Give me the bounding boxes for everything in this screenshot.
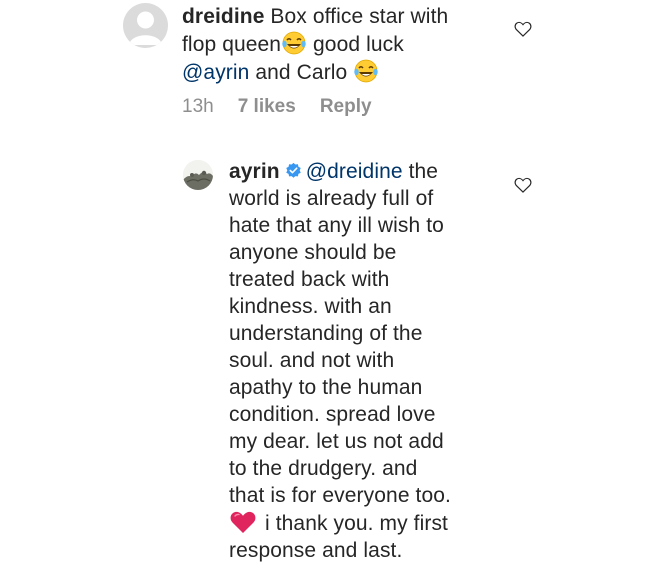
- default-user-avatar-icon: [129, 11, 162, 45]
- reply-text-line: world is already full of: [229, 187, 434, 210]
- reply-text-line: hate that any ill wish to: [229, 214, 444, 237]
- reply-text-line: that is for everyone too.: [229, 484, 451, 507]
- reply-comment-ayrin: ayrin @dreidine the world is already ful…: [0, 150, 660, 568]
- reply-text-part: the: [408, 160, 439, 183]
- comment-meta: 13h 7 likes Reply: [182, 96, 372, 118]
- comment-likes-count[interactable]: 7 likes: [238, 96, 296, 118]
- reply-text-line: apathy to the human: [229, 376, 423, 399]
- avatar-photo-icon: [183, 160, 213, 190]
- reply-text-line: anyone should be: [229, 241, 397, 264]
- comment-username[interactable]: dreidine: [182, 5, 264, 28]
- reply-username[interactable]: ayrin: [229, 160, 280, 183]
- comment-text: dreidine Box office star with flop queen…: [182, 3, 448, 86]
- tears-of-joy-emoji-icon: [282, 31, 306, 55]
- reply-text-line: soul. and not with: [229, 349, 395, 372]
- mention-link-dreidine[interactable]: @dreidine: [306, 160, 403, 183]
- avatar-ayrin[interactable]: [183, 160, 213, 190]
- comment-timestamp: 13h: [182, 96, 214, 117]
- verified-badge-icon: [285, 162, 301, 178]
- red-heart-emoji-icon: [230, 511, 256, 533]
- heart-outline-icon[interactable]: [513, 19, 533, 39]
- reply-text-line: response and last.: [229, 539, 403, 562]
- reply-text-part: i thank you. my first: [265, 512, 448, 535]
- reply-text-line: to the drudgery. and: [229, 457, 418, 480]
- tears-of-joy-emoji-icon: [354, 59, 378, 83]
- comment-dreidine: dreidine Box office star with flop queen…: [0, 0, 660, 130]
- reply-text-line: my dear. let us not add: [229, 430, 444, 453]
- reply-text-line: understanding of the: [229, 322, 423, 345]
- reply-button[interactable]: Reply: [320, 96, 372, 118]
- comment-text-part: Box office star with: [270, 5, 449, 28]
- comment-text-part: and Carlo: [255, 61, 348, 84]
- avatar-dreidine[interactable]: [123, 3, 168, 48]
- reply-text-line: treated back with: [229, 268, 390, 291]
- mention-link-ayrin[interactable]: @ayrin: [182, 61, 249, 84]
- reply-text-line: condition. spread love: [229, 403, 436, 426]
- heart-outline-icon[interactable]: [513, 175, 533, 195]
- reply-text: ayrin @dreidine the world is already ful…: [229, 158, 451, 564]
- comment-text-part: flop queen: [182, 33, 282, 56]
- reply-text-line: kindness. with an: [229, 295, 392, 318]
- comment-text-part: good luck: [313, 33, 404, 56]
